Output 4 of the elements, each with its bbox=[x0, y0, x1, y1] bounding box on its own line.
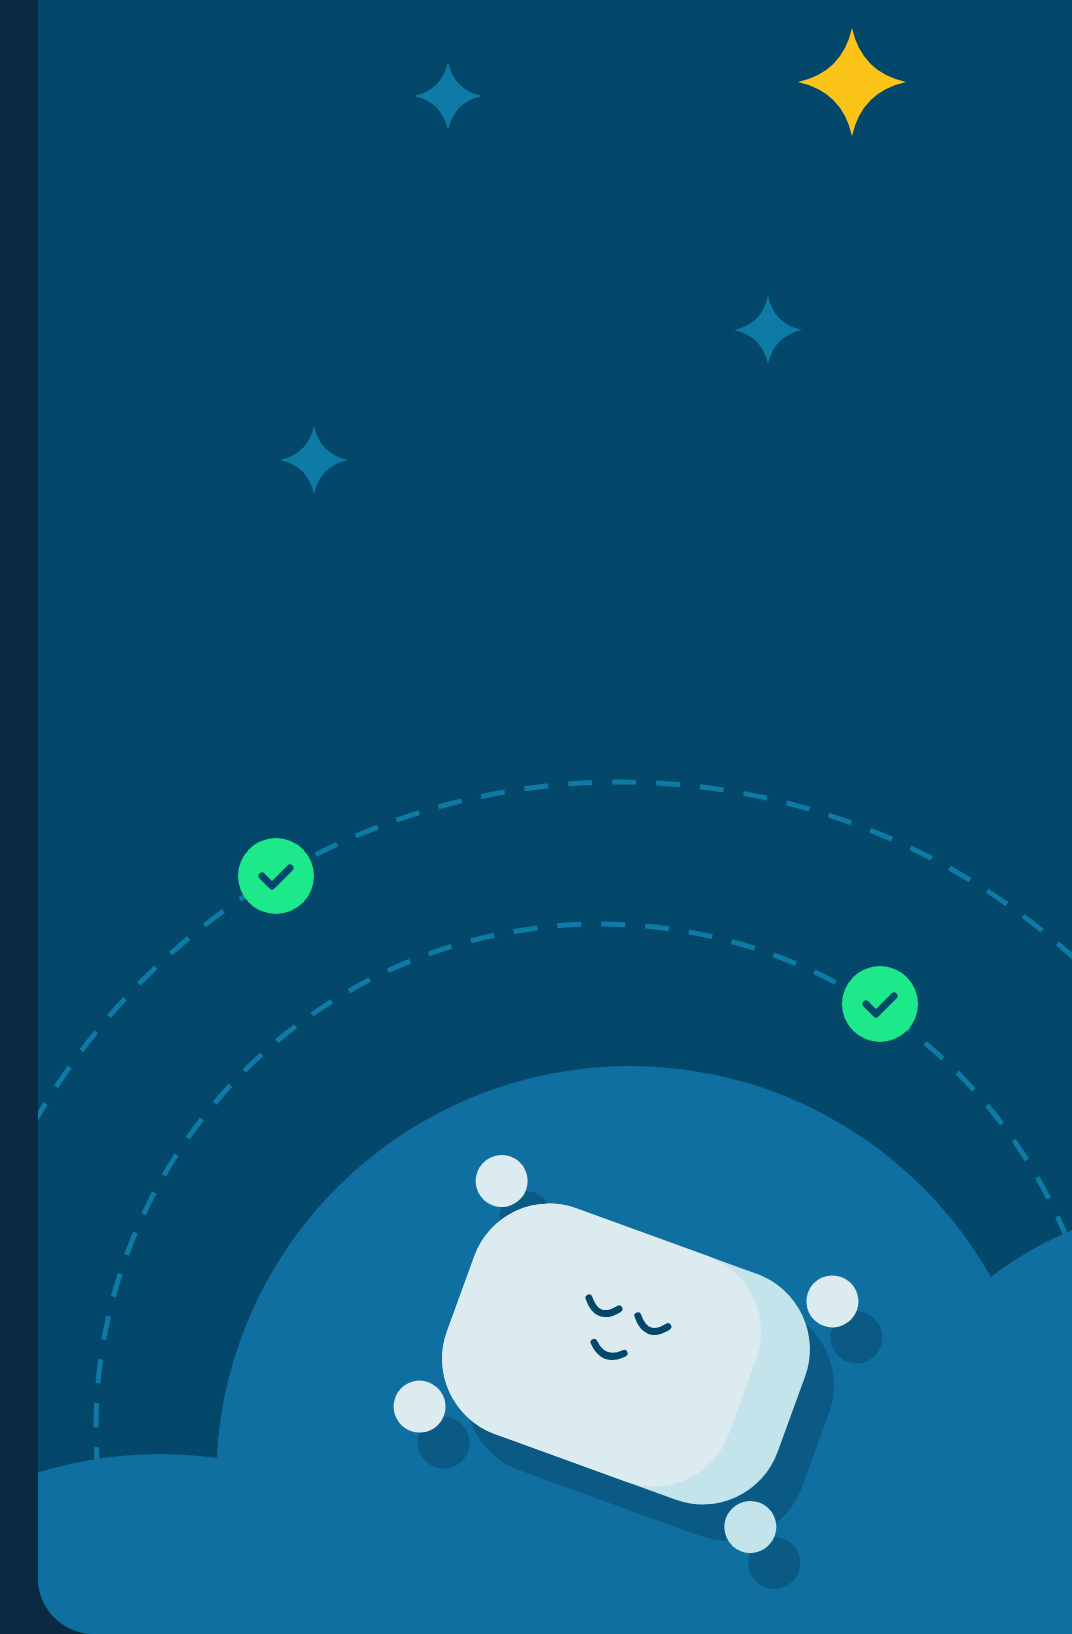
star-icon bbox=[798, 28, 906, 136]
star-icon bbox=[734, 296, 802, 364]
star-icon bbox=[414, 62, 482, 130]
star-icon bbox=[280, 426, 348, 494]
